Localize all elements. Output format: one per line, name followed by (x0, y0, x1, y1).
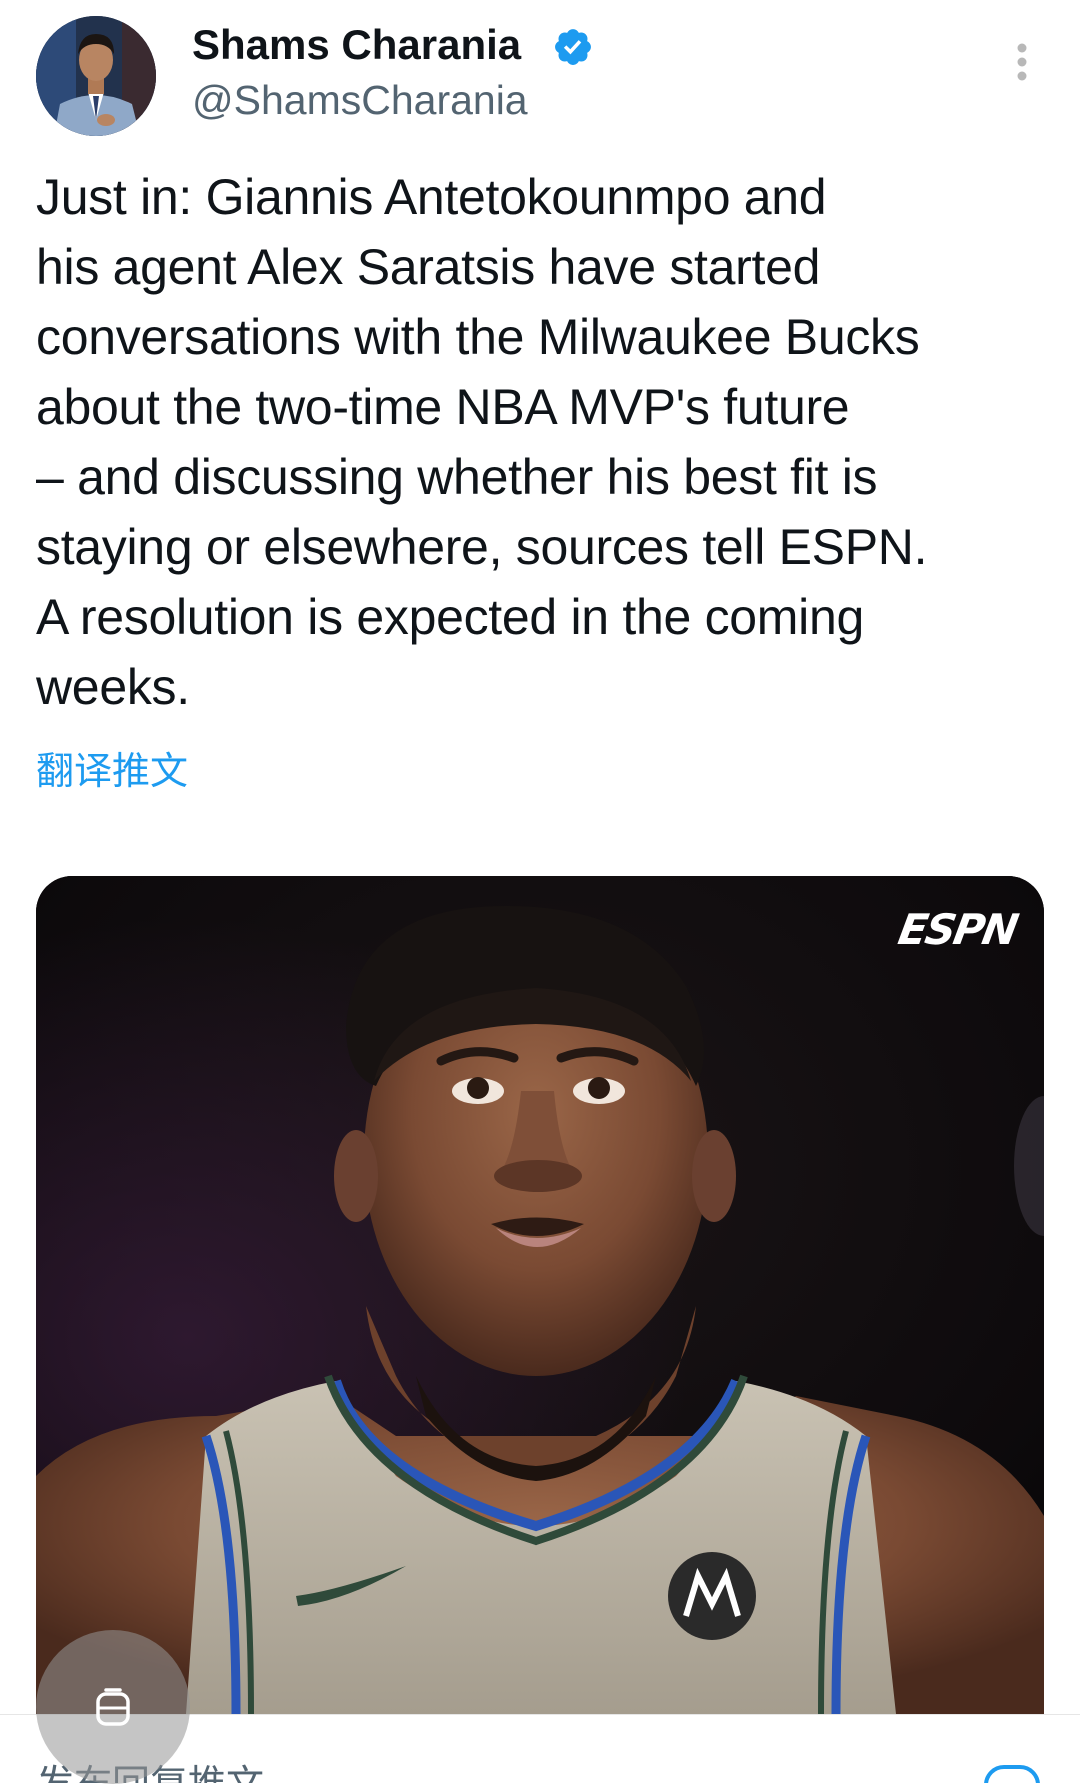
player-photo (36, 876, 1044, 1714)
compose-icon[interactable] (984, 1765, 1040, 1783)
tweet-text: Just in: Giannis Antetokounmpo and his a… (36, 169, 928, 715)
floating-assist-icon (96, 1688, 130, 1726)
translate-tweet-link[interactable]: 翻译推文 (36, 748, 188, 796)
floating-assist-button[interactable] (36, 1630, 190, 1784)
author-display-name[interactable]: Shams Charania (192, 20, 521, 70)
espn-watermark: ESPN (894, 905, 1021, 954)
verified-badge-icon (555, 29, 591, 65)
tweet-media-image[interactable]: ESPN (36, 876, 1044, 1714)
author-handle[interactable]: @ShamsCharania (192, 75, 528, 125)
avatar[interactable] (36, 16, 156, 136)
more-vertical-icon[interactable] (1004, 38, 1040, 86)
